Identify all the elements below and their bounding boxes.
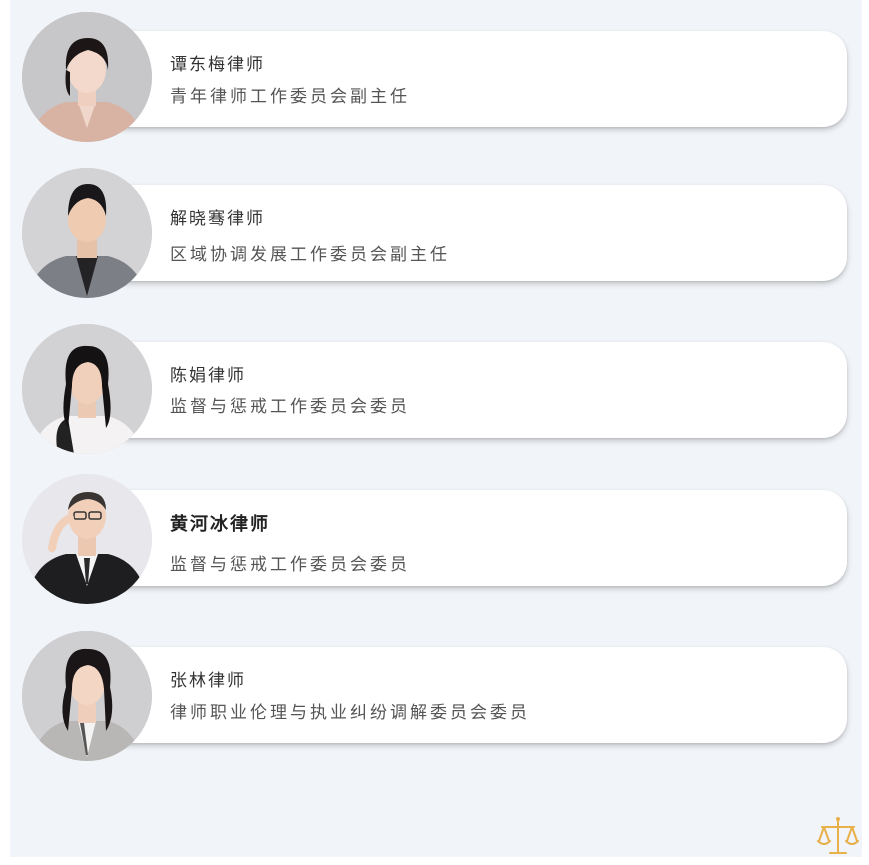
member-name: 张林律师 (170, 671, 246, 691)
portrait-photo (22, 474, 152, 604)
avatar (22, 474, 152, 604)
member-title: 青年律师工作委员会副主任 (170, 87, 410, 107)
member-name: 陈娟律师 (170, 366, 246, 386)
member-card-body (121, 185, 847, 281)
member-card-body (121, 342, 847, 438)
member-title: 监督与惩戒工作委员会委员 (170, 555, 410, 575)
member-title: 监督与惩戒工作委员会委员 (170, 397, 410, 417)
portrait-photo (22, 324, 152, 454)
member-list-page: 谭东梅律师 青年律师工作委员会副主任 解晓骞律师 区域协调发展工作委员会副主任 (10, 0, 862, 857)
avatar (22, 12, 152, 142)
member-name: 谭东梅律师 (170, 55, 265, 75)
member-title: 律师职业伦理与执业纠纷调解委员会委员 (170, 703, 530, 723)
member-card-body (121, 647, 847, 743)
portrait-photo (22, 12, 152, 142)
portrait-photo (22, 631, 152, 761)
avatar (22, 631, 152, 761)
avatar (22, 324, 152, 454)
member-card-body (121, 31, 847, 127)
scales-of-justice-icon (816, 815, 860, 859)
avatar (22, 168, 152, 298)
member-name: 解晓骞律师 (170, 209, 265, 229)
member-name: 黄河冰律师 (170, 514, 270, 535)
member-title: 区域协调发展工作委员会副主任 (170, 245, 450, 265)
portrait-photo (22, 168, 152, 298)
